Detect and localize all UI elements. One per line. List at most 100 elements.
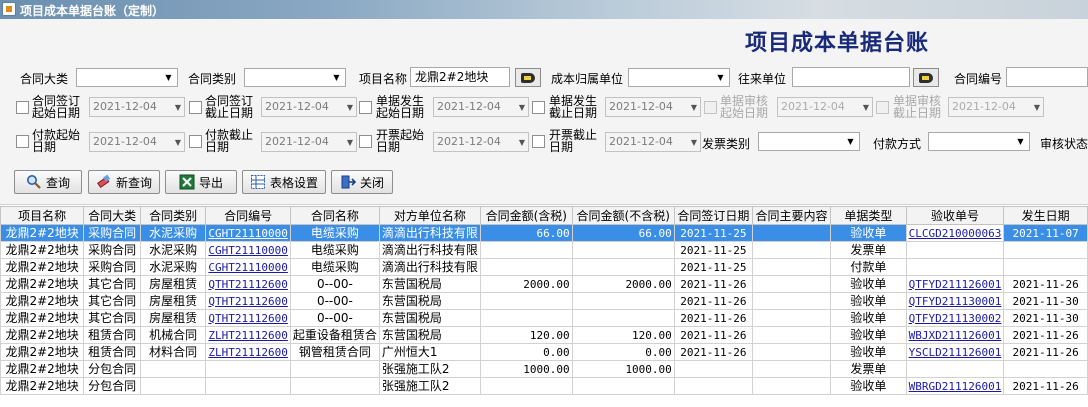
pay-end-date[interactable]: 2021-12-04 ▼: [261, 132, 357, 152]
column-header[interactable]: 发生日期: [1003, 206, 1088, 225]
table-settings-button[interactable]: 表格设置: [242, 170, 326, 194]
table-cell[interactable]: 龙鼎2#2地块: [0, 309, 85, 327]
table-cell[interactable]: CGHT21110000: [205, 258, 291, 276]
table-cell[interactable]: [571, 292, 675, 310]
table-cell[interactable]: 2021-11-25: [673, 224, 753, 242]
new-query-button[interactable]: 新查询: [88, 170, 160, 194]
table-cell[interactable]: 2021-11-07: [1003, 224, 1088, 242]
table-cell[interactable]: 0--00-: [289, 309, 380, 327]
table-cell[interactable]: 水泥采购: [139, 258, 207, 276]
table-cell[interactable]: 钢管租赁合同: [289, 343, 380, 361]
column-header[interactable]: 对方单位名称: [378, 206, 481, 225]
table-cell[interactable]: 电缆采购: [289, 258, 380, 276]
table-cell[interactable]: [479, 258, 573, 276]
table-cell[interactable]: 验收单: [830, 275, 907, 293]
table-row[interactable]: 龙鼎2#2地块 其它合同 房屋租赁 QTHT21112600 0--00- 东营国税局 20…: [0, 309, 1088, 327]
table-cell[interactable]: 2000.00: [479, 275, 573, 293]
table-cell[interactable]: 分包合同: [83, 360, 141, 378]
invoice-end-date[interactable]: 2021-12-04 ▼: [605, 132, 701, 152]
project-picker-button[interactable]: [515, 68, 541, 87]
export-button[interactable]: 导出: [165, 170, 237, 194]
table-cell[interactable]: 滴滴出行科技有限: [378, 241, 481, 259]
column-header[interactable]: 合同签订日期: [673, 206, 753, 225]
table-cell[interactable]: QTHT21112600: [205, 275, 291, 293]
table-cell[interactable]: [1003, 258, 1088, 276]
table-cell[interactable]: [479, 292, 573, 310]
audit-end-checkbox[interactable]: [876, 101, 889, 114]
cost-unit-select[interactable]: ▼: [628, 68, 730, 87]
table-cell[interactable]: 2021-11-25: [673, 258, 753, 276]
table-cell[interactable]: CGHT21110000: [205, 224, 291, 242]
table-cell[interactable]: 0--00-: [289, 275, 380, 293]
table-cell[interactable]: 2021-11-26: [673, 309, 753, 327]
column-header[interactable]: 合同金额(含税): [479, 206, 573, 225]
table-cell[interactable]: [905, 241, 1005, 259]
table-cell[interactable]: [571, 258, 675, 276]
table-cell[interactable]: 滴滴出行科技有限: [378, 224, 481, 242]
table-cell[interactable]: 2021-11-26: [673, 275, 753, 293]
table-cell[interactable]: 发票单: [830, 241, 907, 259]
contract-category-select[interactable]: ▼: [76, 68, 178, 87]
table-cell[interactable]: CGHT21110000: [205, 241, 291, 259]
pay-end-checkbox[interactable]: [189, 135, 202, 148]
table-cell[interactable]: 东营国税局: [378, 309, 481, 327]
table-row[interactable]: 龙鼎2#2地块 分包合同 张强施工队2 1000.00 1000.00 发票单: [0, 360, 1088, 378]
table-cell[interactable]: 验收单: [830, 326, 907, 344]
table-cell[interactable]: 其它合同: [83, 275, 141, 293]
audit-start-date[interactable]: 2021-12-04 ▼: [777, 97, 873, 117]
table-cell[interactable]: 滴滴出行科技有限: [378, 258, 481, 276]
table-cell[interactable]: 机械合同: [139, 326, 207, 344]
table-row[interactable]: 龙鼎2#2地块 采购合同 水泥采购 CGHT21110000 电缆采购 滴滴出行科技有限 6…: [0, 224, 1088, 242]
table-cell[interactable]: WBRGD211126001: [905, 377, 1005, 395]
table-cell[interactable]: [205, 360, 291, 378]
table-cell[interactable]: 验收单: [830, 224, 907, 242]
table-cell[interactable]: 龙鼎2#2地块: [0, 292, 85, 310]
table-cell[interactable]: [479, 377, 573, 395]
table-row[interactable]: 龙鼎2#2地块 租赁合同 材料合同 ZLHT21112600 钢管租赁合同 广州恒大1 0.…: [0, 343, 1088, 361]
table-cell[interactable]: 2021-11-26: [673, 343, 753, 361]
table-cell[interactable]: 东营国税局: [378, 292, 481, 310]
table-cell[interactable]: 其它合同: [83, 309, 141, 327]
table-cell[interactable]: [751, 292, 832, 310]
table-cell[interactable]: 水泥采购: [139, 241, 207, 259]
table-cell[interactable]: [751, 377, 832, 395]
table-cell[interactable]: [905, 258, 1005, 276]
table-cell[interactable]: 120.00: [479, 326, 573, 344]
table-row[interactable]: 龙鼎2#2地块 其它合同 房屋租赁 QTHT21112600 0--00- 东营国税局 20…: [0, 275, 1088, 293]
pay-start-checkbox[interactable]: [16, 135, 29, 148]
invoice-start-date[interactable]: 2021-12-04 ▼: [433, 132, 529, 152]
table-cell[interactable]: 66.00: [571, 224, 675, 242]
counterparty-input[interactable]: [792, 67, 910, 87]
audit-end-date[interactable]: 2021-12-04 ▼: [948, 97, 1044, 117]
table-cell[interactable]: [571, 309, 675, 327]
contract-no-input[interactable]: [1006, 67, 1088, 87]
invoice-start-checkbox[interactable]: [359, 135, 372, 148]
table-cell[interactable]: [289, 377, 380, 395]
table-cell[interactable]: 龙鼎2#2地块: [0, 241, 85, 259]
invoice-type-select[interactable]: ▼: [758, 132, 860, 151]
table-cell[interactable]: [751, 275, 832, 293]
table-cell[interactable]: 采购合同: [83, 224, 141, 242]
table-cell[interactable]: [139, 360, 207, 378]
table-cell[interactable]: 2000.00: [571, 275, 675, 293]
table-cell[interactable]: [479, 241, 573, 259]
table-cell[interactable]: 张强施工队2: [378, 360, 481, 378]
column-header[interactable]: 合同主要内容: [751, 206, 832, 225]
sign-start-date[interactable]: 2021-12-04 ▼: [89, 97, 185, 117]
table-cell[interactable]: 水泥采购: [139, 224, 207, 242]
table-cell[interactable]: 租赁合同: [83, 326, 141, 344]
table-cell[interactable]: [751, 224, 832, 242]
pay-method-select[interactable]: ▼: [928, 132, 1030, 151]
sign-start-checkbox[interactable]: [16, 101, 29, 114]
table-cell[interactable]: 东营国税局: [378, 275, 481, 293]
table-cell[interactable]: 2021-11-26: [1003, 377, 1088, 395]
query-button[interactable]: 查询: [14, 170, 82, 194]
table-cell[interactable]: 验收单: [830, 309, 907, 327]
table-cell[interactable]: [1003, 360, 1088, 378]
table-cell[interactable]: 0.00: [479, 343, 573, 361]
table-cell[interactable]: 电缆采购: [289, 224, 380, 242]
sign-end-checkbox[interactable]: [189, 101, 202, 114]
table-cell[interactable]: [673, 377, 753, 395]
table-cell[interactable]: QTHT21112600: [205, 309, 291, 327]
table-cell[interactable]: [289, 360, 380, 378]
